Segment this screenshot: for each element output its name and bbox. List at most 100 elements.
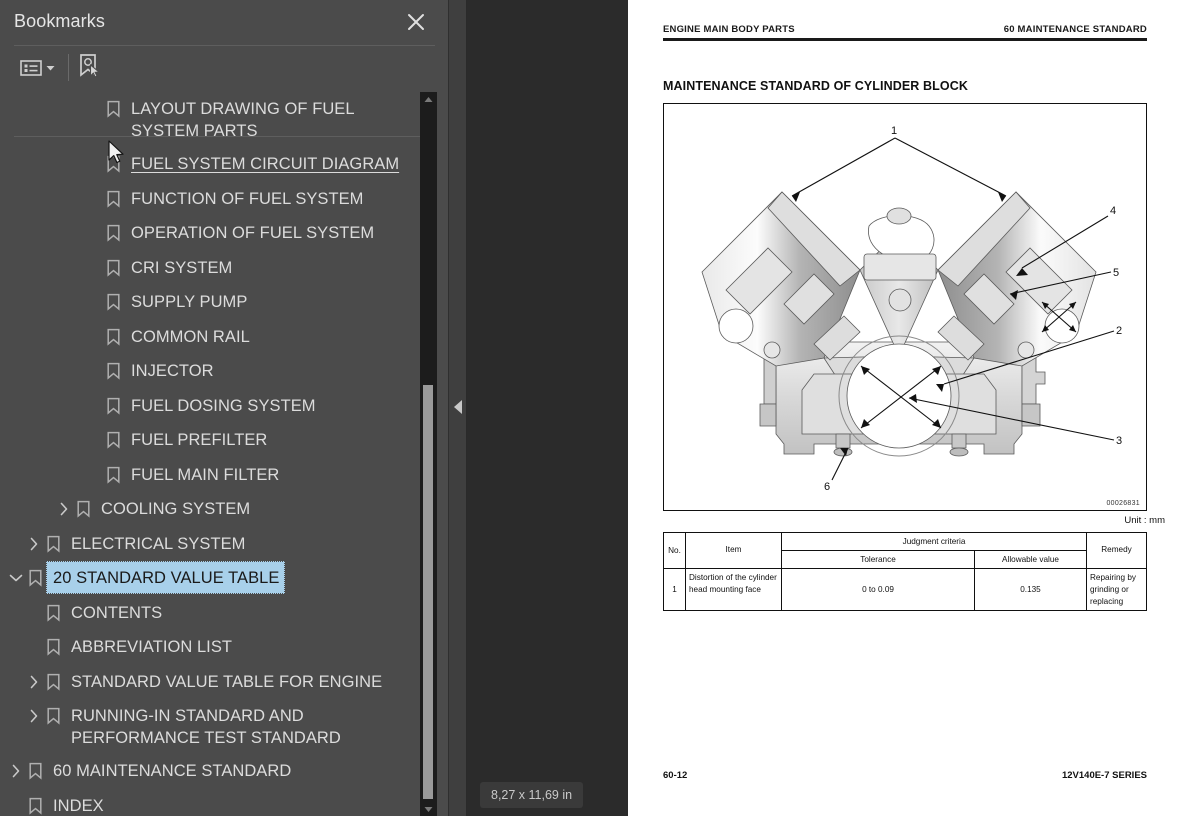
callout-4: 4 bbox=[1110, 205, 1116, 217]
bookmark-item-label: 60 MAINTENANCE STANDARD bbox=[53, 762, 292, 780]
bookmark-item-label: OPERATION OF FUEL SYSTEM bbox=[131, 224, 375, 242]
bookmark-icon bbox=[102, 216, 124, 250]
list-options-icon[interactable] bbox=[20, 54, 62, 82]
th-remedy: Remedy bbox=[1086, 532, 1147, 569]
pdf-viewer-area[interactable]: 8,27 x 11,69 in ENGINE MAIN BODY PARTS 6… bbox=[468, 0, 1200, 816]
bookmark-item[interactable]: FUEL MAIN FILTER bbox=[0, 458, 422, 493]
bookmarks-tree[interactable]: LAYOUT DRAWING OF FUEL SYSTEM PARTS FUEL … bbox=[0, 92, 422, 816]
bookmark-icon bbox=[102, 92, 124, 126]
bookmark-item-label: INJECTOR bbox=[131, 362, 214, 380]
bookmark-item[interactable]: COMMON RAIL bbox=[0, 320, 422, 355]
bookmark-icon bbox=[24, 561, 46, 595]
callout-1: 1 bbox=[891, 125, 897, 137]
th-allowable: Allowable value bbox=[974, 550, 1087, 569]
bookmark-item[interactable]: FUEL SYSTEM CIRCUIT DIAGRAM bbox=[0, 147, 422, 182]
cell-tolerance: 0 to 0.09 bbox=[781, 568, 975, 611]
chevron-down-icon[interactable] bbox=[8, 561, 24, 595]
cylinder-block-diagram: 1 2 3 4 5 6 bbox=[701, 125, 1122, 493]
bookmarks-toolbar bbox=[0, 47, 449, 137]
figure-frame: 1 2 3 4 5 6 00026831 bbox=[663, 103, 1147, 511]
bookmark-item-label: FUNCTION OF FUEL SYSTEM bbox=[131, 189, 364, 208]
scrollbar-thumb[interactable] bbox=[423, 385, 433, 799]
header-right-text: 60 MAINTENANCE STANDARD bbox=[1003, 24, 1147, 35]
bookmark-icon bbox=[42, 630, 64, 664]
chevron-right-icon[interactable] bbox=[26, 699, 42, 733]
twisty-placeholder bbox=[86, 458, 102, 492]
bookmark-item[interactable]: FUNCTION OF FUEL SYSTEM bbox=[0, 182, 422, 217]
bookmark-item-label: 20 STANDARD VALUE TABLE bbox=[46, 561, 286, 594]
bookmark-item-label: ELECTRICAL SYSTEM bbox=[71, 534, 246, 553]
bookmark-item-label: FUEL DOSING SYSTEM bbox=[131, 396, 316, 415]
th-no: No. bbox=[663, 532, 686, 569]
bookmark-item[interactable]: INJECTOR bbox=[0, 354, 422, 389]
bookmark-item[interactable]: 20 STANDARD VALUE TABLE bbox=[0, 561, 422, 596]
bookmark-icon bbox=[24, 789, 46, 816]
bookmark-item-label: FUEL SYSTEM CIRCUIT DIAGRAM bbox=[131, 155, 400, 173]
chevron-right-icon[interactable] bbox=[26, 665, 42, 699]
bookmark-item-label: SUPPLY PUMP bbox=[131, 293, 248, 311]
bookmark-icon bbox=[102, 389, 124, 423]
collapse-left-arrow-icon[interactable] bbox=[449, 396, 467, 418]
bookmark-icon bbox=[42, 527, 64, 561]
twisty-placeholder bbox=[86, 320, 102, 354]
bookmark-item[interactable]: FUEL DOSING SYSTEM bbox=[0, 389, 422, 424]
bookmark-item[interactable]: RUNNING-IN STANDARD AND PERFORMANCE TEST… bbox=[0, 699, 422, 754]
twisty-placeholder bbox=[86, 389, 102, 423]
th-tolerance: Tolerance bbox=[781, 550, 975, 569]
chevron-right-icon[interactable] bbox=[8, 754, 24, 788]
bookmark-item[interactable]: ELECTRICAL SYSTEM bbox=[0, 527, 422, 562]
bookmark-item[interactable]: ABBREVIATION LIST bbox=[0, 630, 422, 665]
cell-remedy: Repairing by grinding or replacing bbox=[1086, 568, 1147, 611]
bookmarks-scrollbar[interactable] bbox=[420, 92, 437, 816]
callout-3: 3 bbox=[1116, 435, 1122, 447]
cell-allowable: 0.135 bbox=[974, 568, 1087, 611]
bookmark-icon bbox=[102, 458, 124, 492]
bookmark-item[interactable]: CONTENTS bbox=[0, 596, 422, 631]
bookmark-icon bbox=[24, 754, 46, 788]
bookmark-item[interactable]: LAYOUT DRAWING OF FUEL SYSTEM PARTS bbox=[0, 92, 422, 147]
chevron-right-icon[interactable] bbox=[26, 527, 42, 561]
bookmark-item-label: COMMON RAIL bbox=[131, 327, 250, 346]
document-running-header: ENGINE MAIN BODY PARTS 60 MAINTENANCE ST… bbox=[663, 24, 1147, 35]
bookmark-item[interactable]: COOLING SYSTEM bbox=[0, 492, 422, 527]
th-item: Item bbox=[685, 532, 782, 569]
bookmarks-panel: Bookmarks LAYOUT DRAWING OF FUEL SYSTEM … bbox=[0, 0, 449, 816]
header-left-text: ENGINE MAIN BODY PARTS bbox=[663, 24, 795, 35]
bookmarks-panel-header: Bookmarks bbox=[0, 0, 448, 47]
twisty-placeholder bbox=[26, 596, 42, 630]
footer-series: 12V140E-7 SERIES bbox=[1061, 770, 1147, 781]
cell-no: 1 bbox=[663, 568, 686, 611]
bookmark-icon bbox=[102, 285, 124, 319]
bookmark-item[interactable]: STANDARD VALUE TABLE FOR ENGINE bbox=[0, 665, 422, 700]
bookmark-item[interactable]: SUPPLY PUMP bbox=[0, 285, 422, 320]
bookmark-icon bbox=[42, 596, 64, 630]
bookmark-item-label: CRI SYSTEM bbox=[131, 258, 233, 277]
bookmark-item-label: STANDARD VALUE TABLE FOR ENGINE bbox=[71, 672, 383, 691]
table-header-row: No. Item Judgment criteria Remedy bbox=[663, 532, 1147, 569]
twisty-placeholder bbox=[86, 182, 102, 216]
twisty-placeholder bbox=[86, 216, 102, 250]
callout-6: 6 bbox=[824, 481, 830, 493]
bookmark-item-label: CONTENTS bbox=[71, 603, 163, 622]
scroll-up-arrow-icon[interactable] bbox=[420, 92, 437, 106]
scroll-down-arrow-icon[interactable] bbox=[420, 802, 437, 816]
twisty-placeholder bbox=[86, 147, 102, 181]
twisty-placeholder bbox=[8, 789, 24, 816]
mouse-cursor-icon bbox=[108, 140, 124, 164]
bookmark-icon bbox=[102, 251, 124, 285]
bookmark-item[interactable]: 60 MAINTENANCE STANDARD bbox=[0, 754, 422, 789]
bookmark-icon bbox=[102, 182, 124, 216]
callout-2: 2 bbox=[1116, 325, 1122, 337]
bookmark-item-label: ABBREVIATION LIST bbox=[71, 638, 232, 656]
close-icon[interactable] bbox=[402, 8, 430, 36]
cell-item: Distortion of the cylinder head mounting… bbox=[685, 568, 782, 611]
bookmark-item-label: COOLING SYSTEM bbox=[101, 500, 251, 518]
bookmark-item[interactable]: CRI SYSTEM bbox=[0, 251, 422, 286]
twisty-placeholder bbox=[26, 630, 42, 664]
chevron-right-icon[interactable] bbox=[56, 492, 72, 526]
bookmark-item[interactable]: FUEL PREFILTER bbox=[0, 423, 422, 458]
bookmark-item[interactable]: INDEX bbox=[0, 789, 422, 816]
bookmark-item-label: INDEX bbox=[53, 796, 104, 815]
bookmark-item[interactable]: OPERATION OF FUEL SYSTEM bbox=[0, 216, 422, 251]
bookmark-pointer-icon[interactable] bbox=[76, 52, 104, 82]
